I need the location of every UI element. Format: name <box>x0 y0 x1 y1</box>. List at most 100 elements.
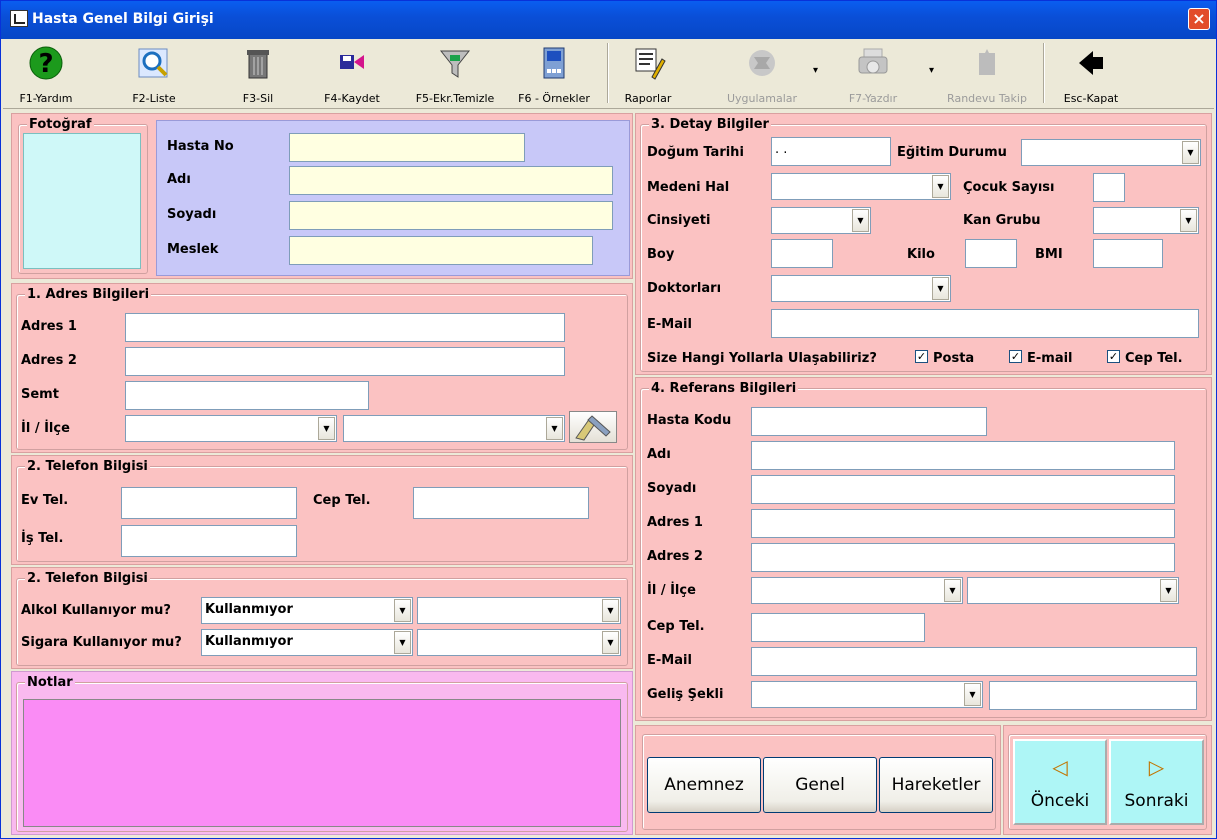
tools-icon <box>575 415 611 441</box>
applications-button[interactable]: Uygulamalar <box>715 41 809 105</box>
ref-email-field[interactable] <box>751 647 1197 676</box>
save-icon <box>340 55 364 69</box>
tabs-group: Anemnez Genel Hareketler <box>642 734 996 830</box>
help-button[interactable]: ? F1-Yardım <box>7 41 85 105</box>
blood-type-select[interactable]: ▼ <box>1093 207 1199 234</box>
anamnesis-button[interactable]: Anemnez <box>647 757 761 813</box>
work-phone-field[interactable] <box>121 525 297 557</box>
print-button[interactable]: F7-Yazdır <box>831 41 915 105</box>
notes-field[interactable] <box>23 699 621 827</box>
height-field[interactable] <box>771 239 833 268</box>
next-button[interactable]: ▷ Sonraki <box>1109 739 1204 825</box>
contact-method-label: Size Hangi Yollarla Ulaşabiliriz? <box>647 351 877 366</box>
address1-field[interactable] <box>125 313 565 342</box>
education-select[interactable]: ▼ <box>1021 139 1201 166</box>
habits-panel: 2. Telefon Bilgisi Alkol Kullanıyor mu? … <box>11 567 633 669</box>
form-area: Fotoğraf Hasta No Adı Soyadı Meslek 1. A… <box>3 111 1214 838</box>
phone-panel: 2. Telefon Bilgisi Ev Tel. Cep Tel. İş T… <box>11 455 633 565</box>
gender-select[interactable]: ▼ <box>771 207 871 234</box>
patient-panel: Fotoğraf Hasta No Adı Soyadı Meslek <box>11 113 633 279</box>
nav-panel: ◁ Önceki ▷ Sonraki <box>1003 725 1212 835</box>
weight-field[interactable] <box>965 239 1017 268</box>
blood-type-label: Kan Grubu <box>963 213 1041 228</box>
address2-field[interactable] <box>125 347 565 376</box>
print-dropdown-arrow[interactable]: ▾ <box>929 65 934 76</box>
patient-name-field[interactable] <box>289 166 613 195</box>
photo-group: Fotoğraf <box>18 117 148 274</box>
next-label: Sonraki <box>1124 791 1189 811</box>
smoking-detail-select[interactable]: ▼ <box>417 629 621 656</box>
patient-surname-label: Soyadı <box>167 207 217 222</box>
funnel-icon <box>439 50 471 78</box>
title-bar[interactable]: Hasta Genel Bilgi Girişi × <box>1 1 1216 39</box>
alcohol-detail-select[interactable]: ▼ <box>417 597 621 624</box>
save-button[interactable]: F4-Kaydet <box>313 41 391 105</box>
map-button[interactable] <box>569 411 617 443</box>
examples-button[interactable]: F6 - Örnekler <box>511 41 597 105</box>
ref-address2-field[interactable] <box>751 543 1175 572</box>
town-select[interactable]: ▼ <box>343 415 565 442</box>
phone-group: 2. Telefon Bilgisi Ev Tel. Cep Tel. İş T… <box>16 459 628 562</box>
ref-address1-label: Adres 1 <box>647 515 703 530</box>
doctors-label: Doktorları <box>647 281 722 296</box>
reference-group-title: 4. Referans Bilgileri <box>649 381 799 396</box>
ref-code-field[interactable] <box>751 407 987 436</box>
home-phone-field[interactable] <box>121 487 297 519</box>
marital-select[interactable]: ▼ <box>771 173 951 200</box>
marital-label: Medeni Hal <box>647 180 730 195</box>
clear-screen-button[interactable]: F5-Ekr.Temizle <box>407 41 503 105</box>
reference-group: 4. Referans Bilgileri Hasta Kodu Adı Soy… <box>640 381 1207 718</box>
applications-icon <box>749 50 775 76</box>
arrival-detail-field[interactable] <box>989 681 1197 710</box>
ref-town-select[interactable]: ▼ <box>967 577 1179 604</box>
photo-box[interactable] <box>23 133 141 269</box>
contact-post-label: Posta <box>933 351 975 366</box>
phone-group-title: 2. Telefon Bilgisi <box>25 459 150 474</box>
print-label: F7-Yazdır <box>848 92 898 105</box>
ref-name-field[interactable] <box>751 441 1175 470</box>
city-select[interactable]: ▼ <box>125 415 337 442</box>
right-arrow-icon: ▷ <box>1148 755 1165 779</box>
ref-address1-field[interactable] <box>751 509 1175 538</box>
close-window-button[interactable]: × <box>1188 8 1210 30</box>
ref-mobile-label: Cep Tel. <box>647 619 705 634</box>
patient-no-field[interactable] <box>289 133 525 162</box>
movements-button[interactable]: Hareketler <box>879 757 993 813</box>
list-button[interactable]: F2-Liste <box>115 41 193 105</box>
general-button[interactable]: Genel <box>763 757 877 813</box>
ref-surname-field[interactable] <box>751 475 1175 504</box>
chevron-down-icon: ▼ <box>932 277 949 300</box>
email-field[interactable] <box>771 309 1199 338</box>
mobile-phone-field[interactable] <box>413 487 589 519</box>
smoking-select[interactable]: Kullanmıyor ▼ <box>201 629 413 656</box>
contact-email-checkbox[interactable]: ✓ E-mail <box>1009 350 1073 366</box>
doctors-select[interactable]: ▼ <box>771 275 951 302</box>
ref-city-select[interactable]: ▼ <box>751 577 963 604</box>
reports-button[interactable]: Raporlar <box>613 41 683 105</box>
help-label: F1-Yardım <box>19 92 73 105</box>
alcohol-label: Alkol Kullanıyor mu? <box>21 603 171 618</box>
appointment-button[interactable]: Randevu Takip <box>939 41 1035 105</box>
exit-button[interactable]: Esc-Kapat <box>1055 41 1127 105</box>
contact-email-label: E-mail <box>1027 351 1073 366</box>
delete-button[interactable]: F3-Sil <box>219 41 297 105</box>
patient-job-label: Meslek <box>167 242 219 257</box>
birth-date-field[interactable]: . . <box>771 137 891 166</box>
address2-label: Adres 2 <box>21 353 77 368</box>
arrival-select[interactable]: ▼ <box>751 681 983 708</box>
previous-button[interactable]: ◁ Önceki <box>1013 739 1107 825</box>
chevron-down-icon: ▼ <box>1180 209 1197 232</box>
contact-mobile-checkbox[interactable]: ✓ Cep Tel. <box>1107 350 1183 366</box>
ref-mobile-field[interactable] <box>751 613 925 642</box>
applications-dropdown-arrow[interactable]: ▾ <box>813 65 818 76</box>
district-field[interactable] <box>125 381 369 410</box>
bmi-field[interactable] <box>1093 239 1163 268</box>
main-window: Hasta Genel Bilgi Girişi × ? F1-Yardım F… <box>0 0 1217 839</box>
patient-job-field[interactable] <box>289 236 593 265</box>
contact-post-checkbox[interactable]: ✓ Posta <box>915 350 975 366</box>
patient-surname-field[interactable] <box>289 201 613 230</box>
alcohol-select[interactable]: Kullanmıyor ▼ <box>201 597 413 624</box>
contact-mobile-label: Cep Tel. <box>1125 351 1183 366</box>
chevron-down-icon: ▼ <box>394 631 411 654</box>
children-field[interactable] <box>1093 173 1125 202</box>
